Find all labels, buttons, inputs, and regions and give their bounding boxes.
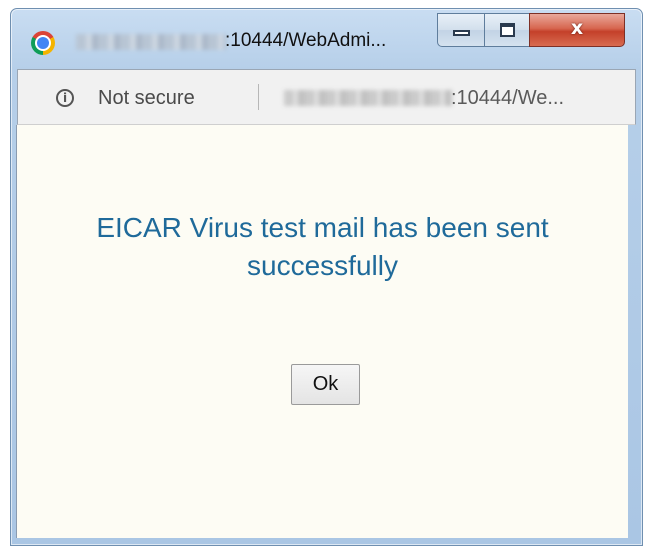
- info-icon[interactable]: i: [56, 89, 74, 107]
- minimize-icon: [453, 30, 470, 36]
- redacted-host-blur: [76, 34, 226, 50]
- maximize-icon: [500, 23, 515, 37]
- window-title: :10444/WebAdmi...: [225, 30, 387, 51]
- url-text[interactable]: :10444/We...: [451, 87, 564, 110]
- maximize-button[interactable]: [484, 13, 530, 47]
- ok-button[interactable]: Ok: [291, 364, 360, 405]
- address-bar[interactable]: i Not secure :10444/We...: [17, 69, 636, 125]
- chrome-icon: [31, 31, 55, 55]
- title-bar[interactable]: :10444/WebAdmi... x: [11, 9, 642, 67]
- status-message: EICAR Virus test mail has been sent succ…: [96, 212, 549, 281]
- security-status[interactable]: Not secure: [98, 87, 195, 110]
- minimize-button[interactable]: [437, 13, 485, 47]
- dialog-content: EICAR Virus test mail has been sent succ…: [16, 125, 628, 538]
- close-icon: x: [570, 17, 584, 39]
- address-divider: [258, 84, 259, 110]
- close-button[interactable]: x: [529, 13, 625, 47]
- redacted-url-blur: [284, 90, 452, 106]
